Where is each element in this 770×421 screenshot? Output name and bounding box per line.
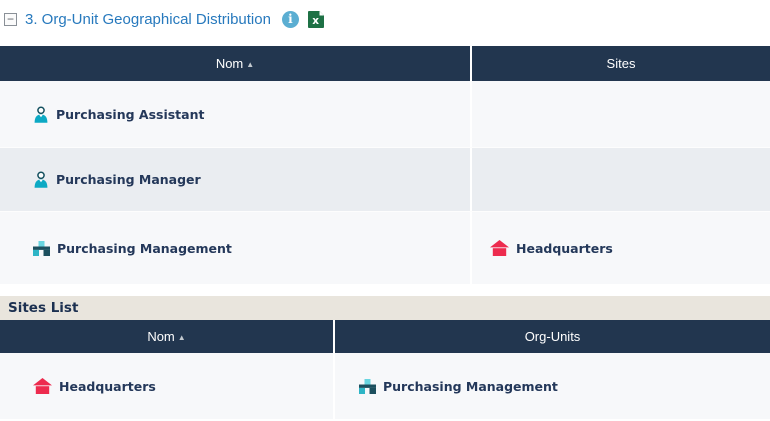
- sites-list-section-title: Sites List: [0, 296, 770, 320]
- collapse-icon[interactable]: −: [4, 13, 17, 26]
- table-row: Headquarters Purchasing Management: [0, 353, 770, 419]
- info-icon[interactable]: i: [282, 11, 299, 28]
- org-unit-table: Nom ▲ Sites Purchasing Assistant: [0, 46, 770, 284]
- column-header-nom-label: Nom: [216, 56, 243, 71]
- org-units-cell: Purchasing Management: [335, 353, 770, 419]
- org-unit-name: Purchasing Management: [57, 241, 232, 256]
- sort-asc-icon: ▲: [178, 333, 186, 342]
- column-header-sites-label: Sites: [607, 56, 636, 71]
- table-row: Purchasing Assistant: [0, 81, 770, 147]
- org-unit-table-header: Nom ▲ Sites: [0, 46, 770, 81]
- column-header-nom[interactable]: Nom ▲: [0, 46, 472, 81]
- column-header-org-units-label: Org-Units: [525, 329, 581, 344]
- sites-cell: [472, 81, 770, 147]
- org-unit-name-cell: Purchasing Management: [0, 212, 472, 284]
- sites-list-table: Nom ▲ Org-Units Headquarters: [0, 320, 770, 419]
- sites-list-table-header: Nom ▲ Org-Units: [0, 320, 770, 353]
- person-icon: [33, 106, 49, 123]
- site-name: Headquarters: [516, 241, 613, 256]
- org-unit-name-cell: Purchasing Assistant: [0, 81, 472, 147]
- site-house-icon: [33, 378, 52, 394]
- sites-cell: [472, 148, 770, 211]
- report-section-header: − 3. Org-Unit Geographical Distribution …: [0, 0, 770, 46]
- excel-export-icon[interactable]: x: [308, 11, 325, 28]
- section-title: 3. Org-Unit Geographical Distribution: [25, 11, 271, 28]
- person-icon: [33, 171, 49, 188]
- site-name: Headquarters: [59, 379, 156, 394]
- sites-cell: Headquarters: [472, 212, 770, 284]
- org-unit-name: Purchasing Assistant: [56, 107, 204, 122]
- column-header-org-units[interactable]: Org-Units: [335, 320, 770, 353]
- table-row: Purchasing Management Headquarters: [0, 212, 770, 284]
- table-row: Purchasing Manager: [0, 147, 770, 212]
- column-header-sites[interactable]: Sites: [472, 46, 770, 81]
- column-header-nom[interactable]: Nom ▲: [0, 320, 335, 353]
- site-name-cell: Headquarters: [0, 353, 335, 419]
- site-house-icon: [490, 240, 509, 256]
- column-header-nom-label: Nom: [147, 329, 174, 344]
- org-unit-icon: [33, 241, 50, 256]
- org-unit-name-cell: Purchasing Manager: [0, 148, 472, 211]
- org-unit-name: Purchasing Manager: [56, 172, 201, 187]
- sort-asc-icon: ▲: [246, 60, 254, 69]
- section-gap: [0, 284, 770, 296]
- org-unit-icon: [359, 379, 376, 394]
- org-unit-name: Purchasing Management: [383, 379, 558, 394]
- svg-text:x: x: [312, 15, 319, 27]
